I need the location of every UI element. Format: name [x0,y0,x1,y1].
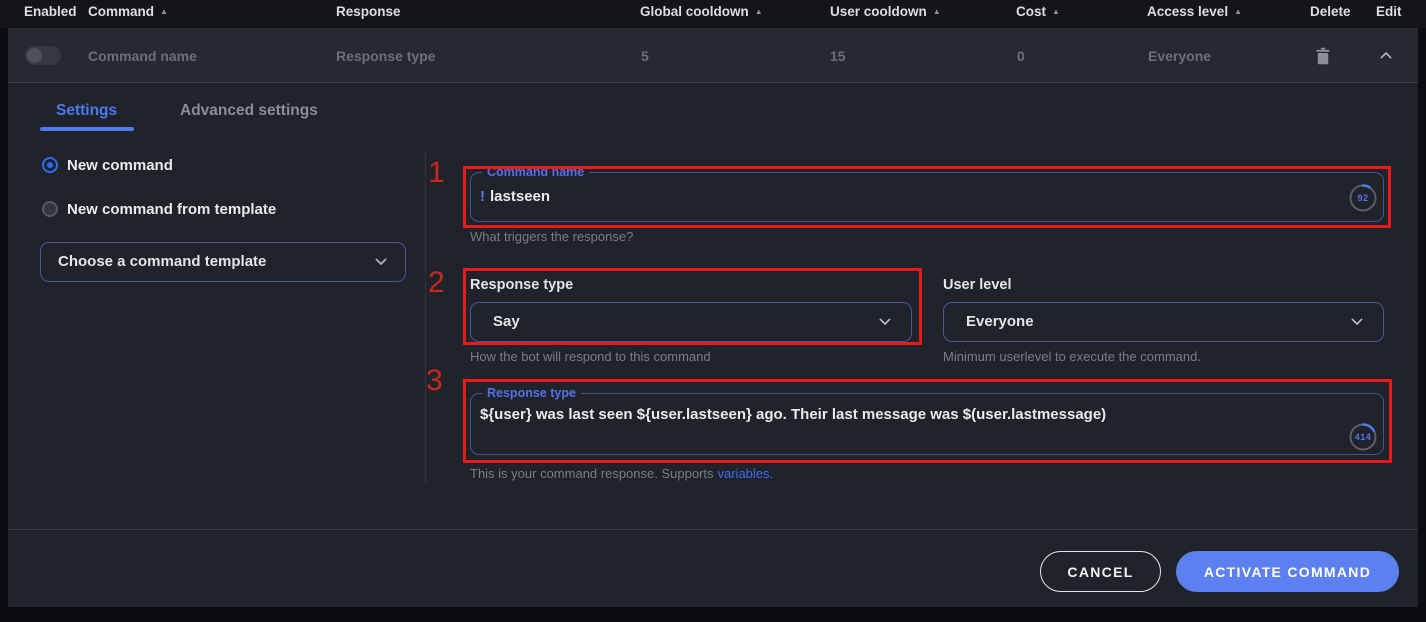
col-access-level[interactable]: Access level ▲ [1147,4,1242,19]
col-edit: Edit [1376,4,1402,19]
col-user-cooldown-label: User cooldown [830,4,927,19]
col-cost[interactable]: Cost ▲ [1016,4,1060,19]
col-user-cooldown[interactable]: User cooldown ▲ [830,4,941,19]
response-type-dropdown-value: Say [493,313,520,330]
radio-new-command[interactable] [42,157,58,173]
col-global-cooldown[interactable]: Global cooldown ▲ [640,4,763,19]
col-edit-label: Edit [1376,4,1402,19]
response-type-helper: How the bot will respond to this command [470,349,711,364]
col-enabled: Enabled [24,4,77,19]
column-divider [425,150,426,484]
sort-arrow-icon: ▲ [1234,7,1242,16]
response-type-label: Response type [470,277,573,293]
command-editor-page: Enabled Command ▲ Response Global cooldow… [0,0,1426,622]
response-helper-text: This is your command response. Supports [470,466,714,481]
command-name-char-counter: 92 [1348,183,1378,213]
response-field-value: ${user} was last seen ${user.lastseen} a… [480,406,1106,423]
delete-button[interactable] [1314,46,1332,66]
response-type-dropdown[interactable]: Say [470,302,912,342]
col-delete-label: Delete [1310,4,1351,19]
user-level-dropdown[interactable]: Everyone [943,302,1384,342]
response-char-counter: 414 [1348,422,1378,452]
tab-advanced-settings[interactable]: Advanced settings [180,102,318,120]
chevron-down-icon [877,316,893,328]
sort-arrow-icon: ▲ [933,7,941,16]
annotation-step-1: 1 [428,156,445,190]
toggle-knob [27,48,42,63]
command-template-dropdown-value: Choose a command template [58,253,266,270]
radio-dot [47,162,53,168]
annotation-step-2: 2 [428,266,445,300]
collapse-row-button[interactable] [1378,48,1394,62]
chevron-up-icon [1378,48,1394,62]
sort-arrow-icon: ▲ [755,7,763,16]
col-global-cooldown-label: Global cooldown [640,4,749,19]
annotation-step-3: 3 [426,364,443,398]
command-text: lastseen [490,188,550,205]
activate-command-button[interactable]: ACTIVATE COMMAND [1176,551,1399,592]
row-cost: 0 [1017,48,1025,64]
col-response-label: Response [336,4,401,19]
chevron-down-icon [373,256,389,268]
variables-link[interactable]: variables. [718,466,774,481]
col-enabled-label: Enabled [24,4,77,19]
col-delete: Delete [1310,4,1351,19]
row-user-cooldown: 15 [830,48,846,64]
col-response: Response [336,4,401,19]
col-command[interactable]: Command ▲ [88,4,168,19]
col-cost-label: Cost [1016,4,1046,19]
radio-new-command-from-template[interactable] [42,201,58,217]
command-name-field-value: ! lastseen [480,188,550,205]
command-name-field-label: Command name [482,165,589,179]
row-access-level: Everyone [1148,48,1211,64]
response-field[interactable]: Response type ${user} was last seen ${us… [470,393,1384,455]
row-command-name: Command name [88,48,197,64]
response-helper: This is your command response. Supports v… [470,466,773,481]
command-template-dropdown[interactable]: Choose a command template [40,242,406,282]
trash-icon [1314,46,1332,66]
user-level-helper: Minimum userlevel to execute the command… [943,349,1201,364]
footer-divider [8,529,1418,530]
radio-new-command-label[interactable]: New command [67,157,173,174]
tab-settings[interactable]: Settings [56,102,117,120]
col-command-label: Command [88,4,154,19]
user-level-dropdown-value: Everyone [966,313,1034,330]
enabled-toggle[interactable] [25,46,61,65]
active-tab-indicator [40,127,134,131]
command-name-char-count: 92 [1348,183,1378,213]
response-field-label: Response type [482,386,581,400]
row-response-type: Response type [336,48,436,64]
sort-arrow-icon: ▲ [160,7,168,16]
sort-arrow-icon: ▲ [1052,7,1060,16]
cancel-button[interactable]: CANCEL [1040,551,1161,592]
command-name-field[interactable]: Command name !lastseen [470,172,1384,222]
chevron-down-icon [1349,316,1365,328]
command-name-helper: What triggers the response? [470,229,633,244]
radio-new-command-from-template-label[interactable]: New command from template [67,201,276,218]
row-global-cooldown: 5 [641,48,649,64]
response-char-count: 414 [1348,422,1378,452]
command-prefix: ! [480,188,485,205]
user-level-label: User level [943,277,1012,293]
col-access-level-label: Access level [1147,4,1228,19]
